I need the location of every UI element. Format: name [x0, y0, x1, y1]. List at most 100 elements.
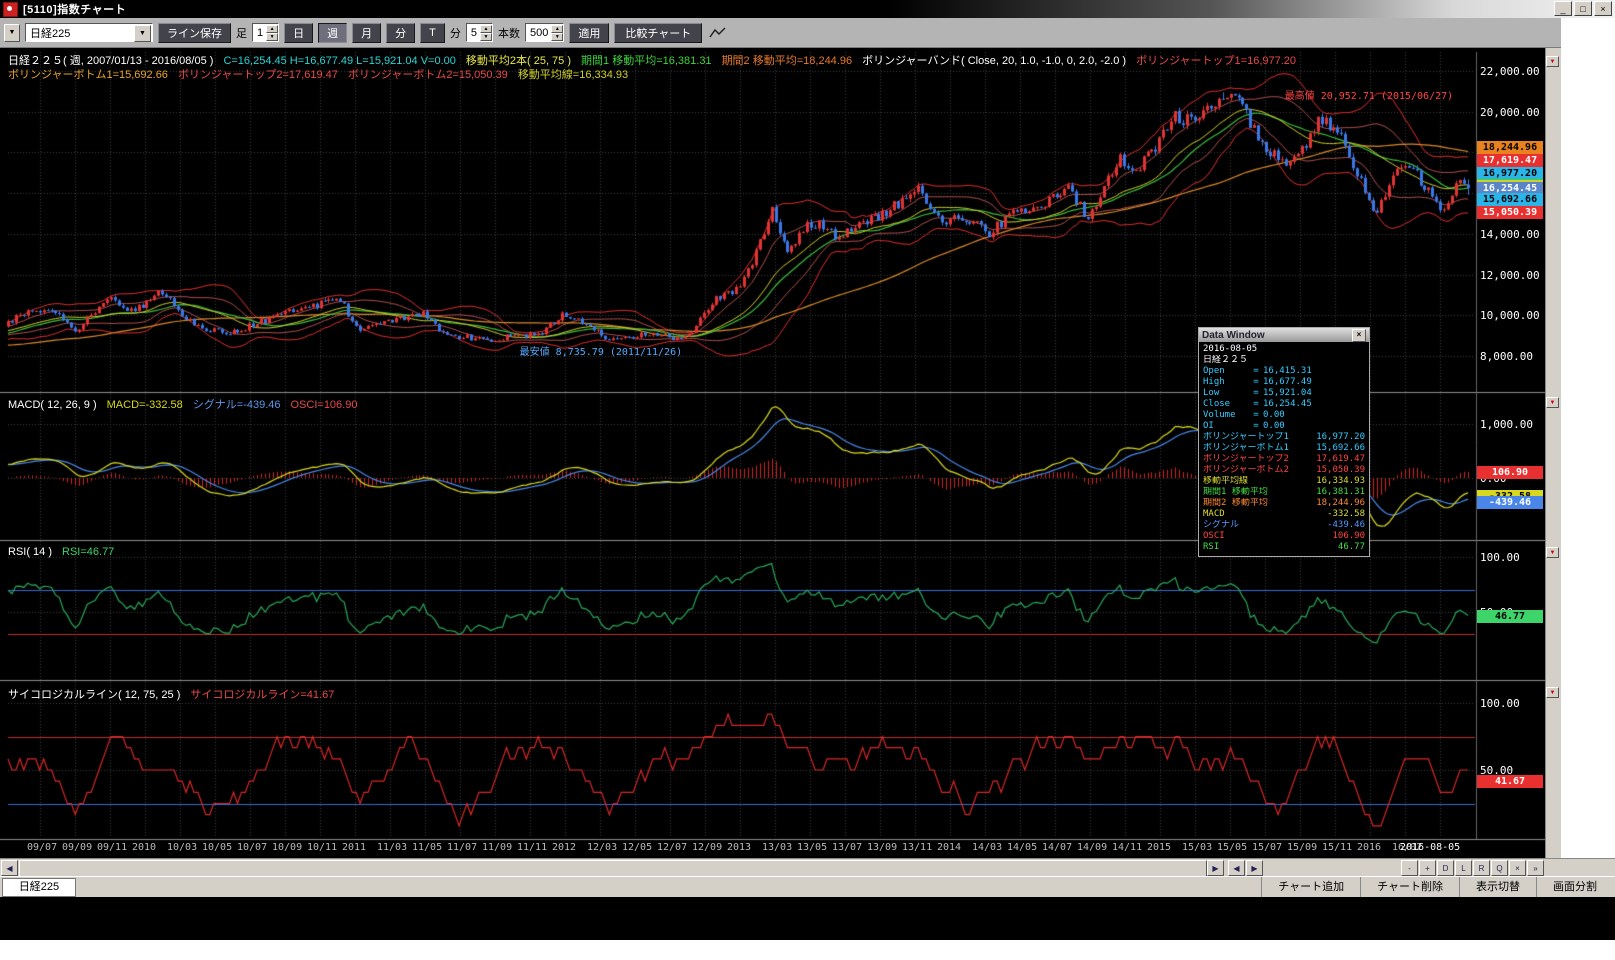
spinner-down-icon[interactable]: ▼: [480, 33, 492, 41]
data-window-row: MACD-332.58: [1203, 509, 1365, 520]
maximize-button[interactable]: □: [1574, 1, 1592, 16]
spinner-up-icon[interactable]: ▲: [551, 25, 563, 33]
data-window-row-value: 15,921.04: [1263, 388, 1312, 399]
tab-row: 日経225 チャート追加チャート削除表示切替画面分割: [0, 876, 1615, 897]
data-window-row-eq: =: [1249, 399, 1263, 410]
toggle-display-button[interactable]: 表示切替: [1459, 877, 1536, 897]
data-window-row: 移動平均線16,334.93: [1203, 476, 1365, 487]
data-window-row-label: OI: [1203, 421, 1249, 432]
scroll-left-button[interactable]: ◀: [1, 860, 18, 876]
split-screen-button[interactable]: 画面分割: [1536, 877, 1613, 897]
jump-end-button[interactable]: »: [1527, 860, 1544, 876]
data-window-row-eq: =: [1249, 377, 1263, 388]
data-window-row-value: 0.00: [1263, 410, 1285, 421]
window-right-margin: [1561, 18, 1615, 896]
add-chart-button[interactable]: チャート追加: [1261, 877, 1360, 897]
app-icon: [3, 2, 18, 17]
spinner-down-icon[interactable]: ▼: [266, 33, 278, 41]
minimize-button[interactable]: _: [1554, 1, 1572, 16]
data-window-row: OSCI106.90: [1203, 531, 1365, 542]
data-window-row: ボリンジャートップ116,977.20: [1203, 432, 1365, 443]
data-window-row: RSI 46.77: [1203, 542, 1365, 553]
period-day-button[interactable]: 日: [284, 23, 313, 43]
data-window-row-eq: =: [1249, 421, 1263, 432]
data-window-date: 2016-08-05: [1203, 344, 1365, 355]
spinner-up-icon[interactable]: ▲: [266, 25, 278, 33]
data-window-row-label: Close: [1203, 399, 1249, 410]
data-window-row: Low=15,921.04: [1203, 388, 1365, 399]
chart-tab-nikkei225[interactable]: 日経225: [2, 878, 76, 897]
data-window-row-value: 16,415.31: [1263, 366, 1312, 377]
period-tick-button[interactable]: T: [420, 23, 445, 43]
spinner-up-icon[interactable]: ▲: [480, 25, 492, 33]
data-window-row-label: 期間1 移動平均: [1203, 487, 1268, 498]
toolbar: ▼ 日経225 ▼ ライン保存 足 1 ▲ ▼ 日 週 月 分 T 分 5 ▲ …: [0, 18, 1615, 48]
data-window-row-value: 15,692.66: [1316, 443, 1365, 454]
symbol-list-button[interactable]: ▼: [4, 24, 20, 42]
zoom-in-button[interactable]: +: [1419, 860, 1436, 876]
panel-strip: ▼ ▼ ▼ ▼: [1545, 48, 1561, 860]
close-button[interactable]: ×: [1594, 1, 1612, 16]
data-window-row-eq: =: [1249, 410, 1263, 421]
data-window-row-value: 17,619.47: [1316, 454, 1365, 465]
zoom-out-button[interactable]: -: [1401, 860, 1418, 876]
psy-panel-collapse-button[interactable]: ▼: [1546, 687, 1559, 698]
data-window-row-value: 16,677.49: [1263, 377, 1312, 388]
data-window-row: OI=0.00: [1203, 421, 1365, 432]
data-window-row-value: 46.77: [1338, 542, 1365, 553]
data-window-row: Open=16,415.31: [1203, 366, 1365, 377]
titlebar: [5110]指数チャート _ □ ×: [0, 0, 1615, 18]
mode-d-button[interactable]: D: [1437, 860, 1454, 876]
bar-label: 足: [236, 25, 247, 41]
data-window-row-label: ボリンジャーボトム1: [1203, 443, 1289, 454]
chevron-down-icon[interactable]: ▼: [134, 25, 151, 42]
data-window[interactable]: Data Window × 2016-08-05日経２２５Open=16,415…: [1198, 327, 1370, 557]
data-window-row-value: 15,050.39: [1316, 465, 1365, 476]
data-window-row-label: ボリンジャートップ1: [1203, 432, 1289, 443]
data-window-row: ボリンジャーボトム2 15,050.39: [1203, 465, 1365, 476]
period-week-button[interactable]: 週: [318, 23, 347, 43]
spinner-down-icon[interactable]: ▼: [551, 33, 563, 41]
main-panel-collapse-button[interactable]: ▼: [1546, 56, 1559, 67]
data-window-row-label: ボリンジャーボトム2: [1203, 465, 1289, 476]
period-minute-button[interactable]: 分: [386, 23, 415, 43]
data-window-row-value: 18,244.96: [1316, 498, 1365, 509]
data-window-titlebar[interactable]: Data Window ×: [1199, 328, 1369, 342]
bar-count-spinner[interactable]: 500 ▲ ▼: [525, 23, 564, 42]
mode-l-button[interactable]: L: [1455, 860, 1472, 876]
data-window-row-label: ボリンジャートップ2: [1203, 454, 1289, 465]
bar-interval-spinner[interactable]: 1 ▲ ▼: [252, 23, 279, 42]
data-window-title: Data Window: [1202, 330, 1265, 341]
symbol-combobox[interactable]: 日経225 ▼: [25, 23, 153, 42]
data-window-row-label: RSI: [1203, 542, 1219, 553]
app-window: [5110]指数チャート _ □ × ▼ 日経225 ▼ ライン保存 足 1 ▲…: [0, 0, 1615, 960]
data-window-row-value: -332.58: [1327, 509, 1365, 520]
macd-panel-collapse-button[interactable]: ▼: [1546, 397, 1559, 408]
period-month-button[interactable]: 月: [352, 23, 381, 43]
data-window-row-label: High: [1203, 377, 1249, 388]
symbol-value: 日経225: [30, 25, 70, 41]
data-window-row-value: 16,334.93: [1316, 476, 1365, 487]
data-window-row: 期間2 移動平均 18,244.96: [1203, 498, 1365, 509]
data-window-row: ボリンジャートップ2 17,619.47: [1203, 454, 1365, 465]
data-window-row-label: Low: [1203, 388, 1249, 399]
minute-value: 5: [471, 27, 477, 39]
bottom-black-band: [0, 896, 1615, 940]
mode-r-button[interactable]: R: [1473, 860, 1490, 876]
compare-chart-button[interactable]: 比較チャート: [614, 23, 702, 43]
data-window-row-label: OSCI: [1203, 531, 1225, 542]
bar-count-value: 500: [530, 27, 548, 39]
rsi-panel-collapse-button[interactable]: ▼: [1546, 547, 1559, 558]
minute-spinner[interactable]: 5 ▲ ▼: [466, 23, 493, 42]
apply-button[interactable]: 適用: [569, 23, 609, 43]
magnifier-button[interactable]: Q: [1491, 860, 1508, 876]
close-icon[interactable]: ×: [1352, 329, 1366, 342]
scroll-right-button[interactable]: ▶: [1207, 860, 1224, 876]
data-window-row-label: 期間2 移動平均: [1203, 498, 1268, 509]
trendline-icon[interactable]: [707, 23, 729, 43]
page-right-button[interactable]: ▶: [1246, 860, 1263, 876]
save-line-button[interactable]: ライン保存: [158, 23, 231, 43]
page-left-button[interactable]: ◀: [1228, 860, 1245, 876]
remove-chart-button[interactable]: チャート削除: [1360, 877, 1459, 897]
clear-button[interactable]: ×: [1509, 860, 1526, 876]
